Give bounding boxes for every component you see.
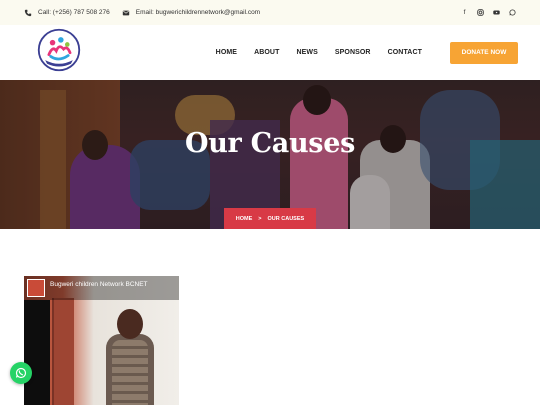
nav-about[interactable]: ABOUT xyxy=(254,49,279,56)
video-title[interactable]: Bugweri children Network BCNET xyxy=(50,281,148,288)
site-header: HOME ABOUT NEWS SPONSOR CONTACT DONATE N… xyxy=(0,25,540,80)
video-door-shape xyxy=(52,298,74,405)
whatsapp-icon xyxy=(15,367,27,379)
instagram-icon[interactable] xyxy=(477,9,484,16)
envelope-icon xyxy=(122,10,129,15)
email-text: Email: bugwerichildrennetwork@gmail.com xyxy=(135,9,261,16)
nav-contact[interactable]: CONTACT xyxy=(388,49,422,56)
video-embed[interactable]: Bugweri children Network BCNET xyxy=(24,276,179,405)
call-text: Call: (+256) 787 508 276 xyxy=(38,9,110,16)
social-links: f xyxy=(461,9,516,16)
nav-sponsor[interactable]: SPONSOR xyxy=(335,49,371,56)
site-logo[interactable] xyxy=(36,27,82,78)
page-hero-banner: Our Causes HOME > OUR CAUSES xyxy=(0,80,540,229)
whatsapp-chat-button[interactable] xyxy=(10,362,32,384)
phone-icon xyxy=(24,9,32,16)
video-title-bar xyxy=(24,276,179,300)
page-title: Our Causes xyxy=(185,128,355,159)
nav-news[interactable]: NEWS xyxy=(296,49,317,56)
top-info-bar: Call: (+256) 787 508 276 Email: bugweric… xyxy=(0,0,540,25)
channel-avatar[interactable] xyxy=(27,279,45,297)
youtube-icon[interactable] xyxy=(493,9,500,16)
email-info[interactable]: Email: bugwerichildrennetwork@gmail.com xyxy=(122,9,260,17)
call-info[interactable]: Call: (+256) 787 508 276 xyxy=(24,9,110,17)
nav-home[interactable]: HOME xyxy=(216,49,237,56)
breadcrumb: HOME > OUR CAUSES xyxy=(224,208,316,229)
logo-icon xyxy=(37,28,81,72)
breadcrumb-current: OUR CAUSES xyxy=(267,215,305,222)
whatsapp-icon[interactable] xyxy=(509,9,516,16)
main-nav: HOME ABOUT NEWS SPONSOR CONTACT xyxy=(199,49,422,56)
donate-now-button[interactable]: DONATE NOW xyxy=(450,41,518,64)
facebook-icon[interactable]: f xyxy=(461,9,468,16)
breadcrumb-separator: > xyxy=(258,215,262,222)
breadcrumb-home[interactable]: HOME xyxy=(236,216,253,222)
